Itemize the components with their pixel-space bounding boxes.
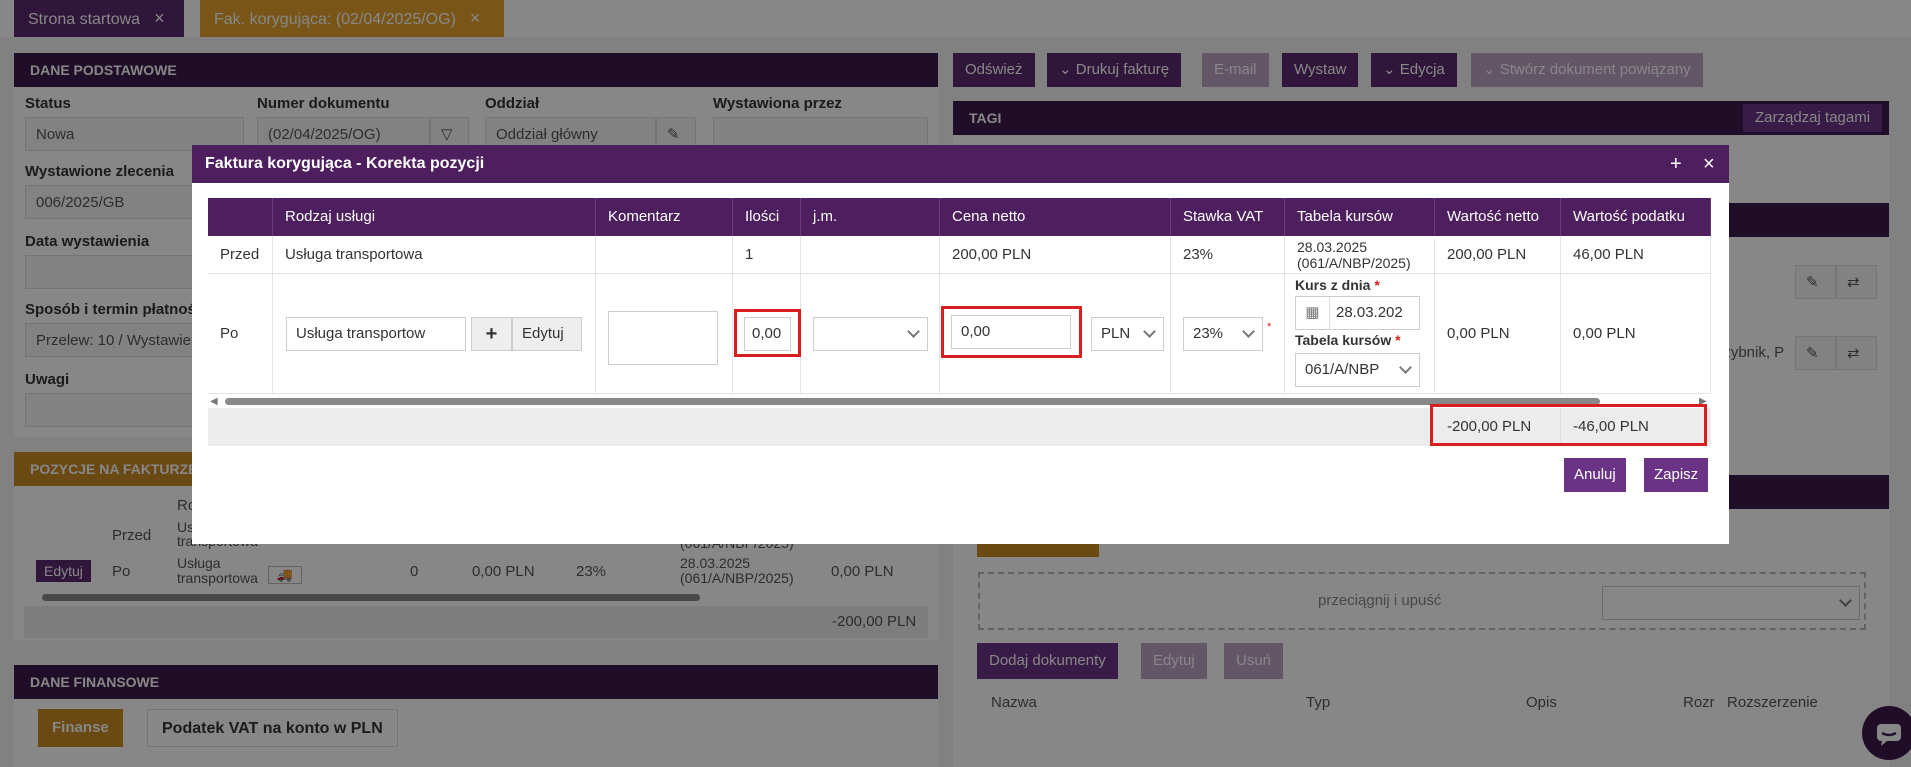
- app-page: Strona startowa × Fak. korygująca: (02/04…: [0, 0, 1911, 767]
- required-marker: *: [1395, 332, 1401, 348]
- rate-table-label-text: Tabela kursów: [1295, 332, 1392, 348]
- row-before-qty: 1: [733, 236, 801, 274]
- rate-date-value: 28.03.202: [1336, 304, 1403, 321]
- col-header-vat-rate: Stawka VAT: [1171, 198, 1285, 236]
- vat-rate-select[interactable]: 23%: [1183, 317, 1263, 351]
- rate-table-label: Tabela kursów *: [1295, 332, 1401, 348]
- calendar-icon: ▦: [1296, 297, 1330, 329]
- cancel-button[interactable]: Anuluj: [1564, 458, 1626, 492]
- row-after-tax: 0,00 PLN: [1561, 274, 1711, 394]
- chevron-down-icon: [1399, 361, 1412, 374]
- col-header-blank: [208, 198, 273, 236]
- highlight-quantity: [734, 309, 801, 357]
- row-before-comment: [596, 236, 733, 274]
- save-button[interactable]: Zapisz: [1644, 458, 1709, 492]
- required-marker: *: [1374, 277, 1380, 293]
- row-after-label: Po: [208, 274, 273, 394]
- close-icon[interactable]: ×: [1703, 145, 1715, 183]
- rate-date-label: Kurs z dnia *: [1295, 277, 1380, 293]
- rate-table-select[interactable]: 061/A/NBP: [1295, 353, 1420, 387]
- rate-date-input[interactable]: ▦ 28.03.202: [1295, 296, 1420, 330]
- correction-modal: Faktura korygująca - Korekta pozycji + ×…: [192, 145, 1729, 544]
- chevron-down-icon: [1143, 325, 1156, 338]
- col-header-rate-table: Tabela kursów: [1285, 198, 1435, 236]
- rate-table-value: 061/A/NBP: [1305, 361, 1380, 378]
- add-service-button[interactable]: +: [471, 317, 512, 351]
- col-header-comment: Komentarz: [596, 198, 733, 236]
- col-header-tax-value: Wartość podatku: [1561, 198, 1711, 236]
- col-header-service: Rodzaj usługi: [273, 198, 596, 236]
- table-scrollbar[interactable]: [225, 398, 1600, 405]
- service-input[interactable]: Usługa transportow: [286, 317, 466, 351]
- currency-select[interactable]: PLN: [1091, 317, 1164, 351]
- col-header-qty: Ilości: [733, 198, 801, 236]
- row-before-label: Przed: [208, 236, 273, 274]
- row-before-service: Usługa transportowa: [273, 236, 596, 274]
- highlight-totals: [1430, 404, 1707, 446]
- currency-value: PLN: [1101, 325, 1131, 342]
- rate-date-label-text: Kurs z dnia: [1295, 277, 1371, 293]
- row-before-net: 200,00 PLN: [1435, 236, 1561, 274]
- row-before-unit: [801, 236, 940, 274]
- row-before-vat: 23%: [1171, 236, 1285, 274]
- unit-select[interactable]: [813, 317, 928, 351]
- modal-header: Faktura korygująca - Korekta pozycji + ×: [192, 145, 1729, 183]
- row-before-price: 200,00 PLN: [940, 236, 1171, 274]
- row-before-rate-table: 28.03.2025 (061/A/NBP/2025): [1285, 239, 1435, 274]
- comment-input[interactable]: [608, 311, 718, 365]
- highlight-net-price: [941, 306, 1082, 358]
- vat-rate-value: 23%: [1193, 325, 1224, 342]
- col-header-unit: j.m.: [801, 198, 940, 236]
- chevron-down-icon: [907, 325, 920, 338]
- edit-service-button[interactable]: Edytuj: [512, 317, 582, 351]
- row-before-tax: 46,00 PLN: [1561, 236, 1711, 274]
- chevron-down-icon: [1242, 325, 1255, 338]
- col-header-net-value: Wartość netto: [1435, 198, 1561, 236]
- modal-title: Faktura korygująca - Korekta pozycji: [205, 155, 485, 172]
- required-marker: *: [1267, 321, 1272, 333]
- col-header-net-price: Cena netto: [940, 198, 1171, 236]
- scroll-left-icon[interactable]: ◀: [210, 396, 218, 407]
- plus-icon: +: [485, 323, 498, 345]
- row-after-net: 0,00 PLN: [1435, 274, 1561, 394]
- plus-icon[interactable]: +: [1670, 145, 1682, 183]
